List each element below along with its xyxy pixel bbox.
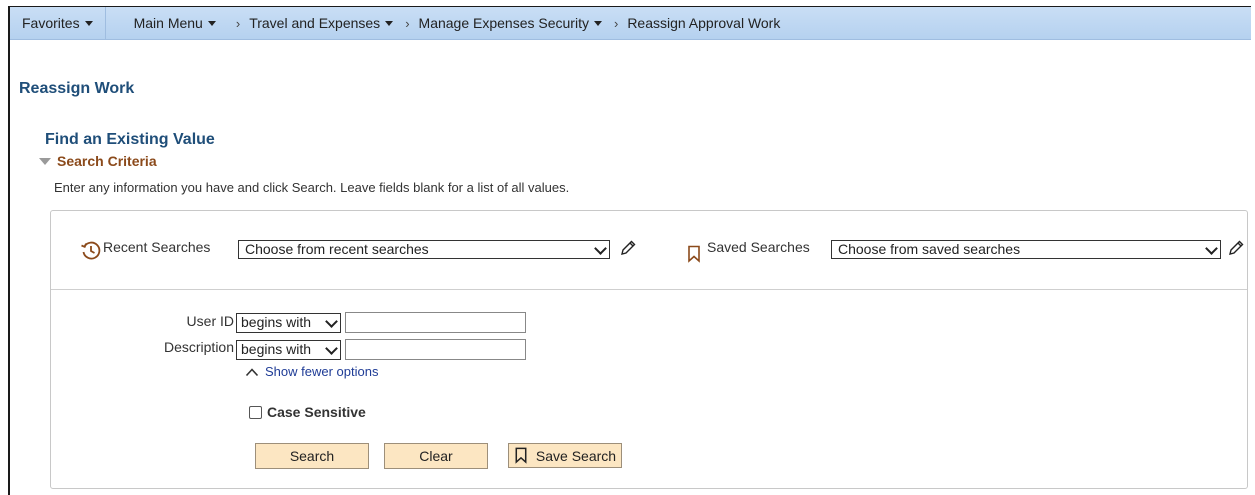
- recent-searches-label: Recent Searches: [103, 239, 211, 255]
- breadcrumb-separator-icon: ›: [235, 15, 241, 31]
- page-title: Reassign Work: [19, 80, 135, 97]
- main-menu-label: Main Menu: [133, 15, 203, 31]
- bookmark-icon: [515, 447, 527, 464]
- clear-button-label: Clear: [419, 448, 453, 464]
- pencil-icon[interactable]: [619, 239, 637, 257]
- case-sensitive-checkbox[interactable]: [249, 405, 262, 419]
- save-search-button-label: Save Search: [535, 447, 617, 464]
- user-id-operator-select[interactable]: begins with: [236, 313, 341, 333]
- search-criteria-toggle[interactable]: Search Criteria: [39, 153, 157, 169]
- favorites-menu[interactable]: Favorites: [10, 7, 106, 39]
- breadcrumb-travel-and-expenses[interactable]: Travel and Expenses: [249, 15, 394, 31]
- caret-down-icon: [385, 20, 394, 26]
- search-panel: Recent Searches Choose from recent searc…: [50, 210, 1248, 489]
- description-operator-value: begins with: [241, 341, 312, 357]
- caret-down-icon: [207, 20, 216, 26]
- description-input[interactable]: [345, 339, 526, 360]
- favorites-label: Favorites: [22, 15, 80, 31]
- breadcrumb-label: Manage Expenses Security: [418, 15, 589, 31]
- triangle-down-icon: [39, 157, 51, 165]
- search-button-label: Search: [289, 448, 335, 464]
- search-criteria-label: Search Criteria: [57, 153, 157, 169]
- user-id-input[interactable]: [345, 312, 526, 333]
- show-fewer-options-link[interactable]: Show fewer options: [245, 364, 378, 379]
- saved-searches-label: Saved Searches: [707, 239, 810, 255]
- clear-button[interactable]: Clear: [384, 443, 488, 469]
- chevron-down-icon: [1205, 242, 1218, 255]
- section-title: Find an Existing Value: [45, 131, 215, 148]
- search-history-row: Recent Searches Choose from recent searc…: [51, 211, 1247, 290]
- breadcrumb-label: Travel and Expenses: [249, 15, 381, 31]
- bookmark-icon[interactable]: [687, 245, 701, 263]
- user-id-label: User ID: [186, 313, 234, 329]
- breadcrumb-separator-icon: ›: [405, 15, 410, 31]
- chevron-up-icon: [245, 367, 259, 376]
- recent-searches-select[interactable]: Choose from recent searches: [238, 240, 610, 259]
- save-search-button[interactable]: Save Search: [508, 443, 622, 468]
- saved-searches-select[interactable]: Choose from saved searches: [831, 240, 1221, 259]
- case-sensitive-label: Case Sensitive: [267, 404, 366, 420]
- description-operator-select[interactable]: begins with: [236, 340, 341, 360]
- navigation-bar: Favorites Main Menu › Travel and Expense…: [10, 7, 1251, 40]
- main-menu[interactable]: Main Menu: [106, 7, 216, 39]
- history-clock-icon[interactable]: [79, 238, 103, 262]
- description-label: Description: [163, 339, 234, 355]
- chevron-down-icon: [594, 242, 607, 255]
- breadcrumb-label: Reassign Approval Work: [627, 15, 781, 31]
- caret-down-icon: [593, 20, 602, 26]
- breadcrumb-reassign-approval-work[interactable]: Reassign Approval Work: [627, 15, 780, 31]
- chevron-down-icon: [325, 342, 338, 355]
- saved-searches-value: Choose from saved searches: [838, 241, 1021, 257]
- recent-searches-value: Choose from recent searches: [245, 241, 429, 257]
- breadcrumb-manage-expenses-security[interactable]: Manage Expenses Security: [419, 15, 602, 31]
- show-fewer-options-label: Show fewer options: [265, 364, 379, 379]
- chevron-down-icon: [325, 315, 338, 328]
- instructions-text: Enter any information you have and click…: [54, 180, 570, 195]
- page-frame: Favorites Main Menu › Travel and Expense…: [8, 6, 1251, 495]
- pencil-icon[interactable]: [1227, 239, 1245, 257]
- case-sensitive-option[interactable]: Case Sensitive: [249, 404, 366, 420]
- breadcrumb-separator-icon: ›: [613, 15, 619, 31]
- caret-down-icon: [84, 20, 93, 26]
- search-button[interactable]: Search: [255, 443, 369, 469]
- user-id-operator-value: begins with: [241, 314, 312, 330]
